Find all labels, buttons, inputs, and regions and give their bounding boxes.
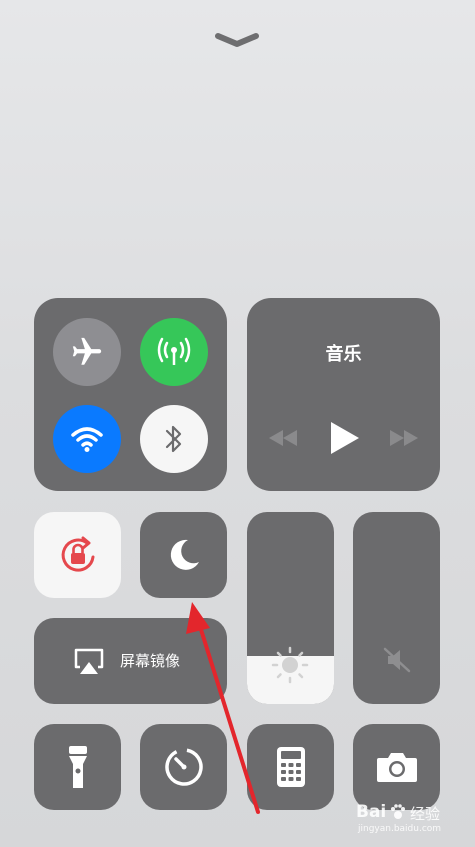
baidu-watermark: Bai 经验 jingyan.baidu.com: [356, 802, 466, 842]
volume-slider[interactable]: [353, 512, 440, 704]
paw-icon: [391, 804, 405, 819]
music-title: 音乐: [325, 344, 362, 365]
orientation-lock-button[interactable]: [34, 512, 121, 598]
watermark-url: jingyan.baidu.com: [358, 824, 442, 834]
moon-icon: [170, 539, 199, 570]
flashlight-button[interactable]: [34, 724, 121, 810]
watermark-brand: Bai: [356, 802, 387, 822]
sun-icon: [271, 646, 309, 684]
wifi-toggle[interactable]: [53, 405, 121, 473]
calculator-icon: [276, 747, 305, 787]
do-not-disturb-button[interactable]: [140, 512, 227, 598]
orientation-lock-icon: [61, 536, 94, 572]
watermark-suffix: 经验: [410, 805, 441, 823]
flashlight-icon: [68, 746, 87, 788]
music-panel[interactable]: [247, 298, 440, 491]
airplay-icon: [74, 648, 104, 674]
bluetooth-icon: [165, 425, 182, 453]
cellular-antenna-icon: [157, 337, 191, 365]
bluetooth-toggle[interactable]: [140, 405, 208, 473]
wifi-icon: [71, 427, 103, 452]
airplane-icon: [72, 337, 102, 365]
camera-icon: [376, 753, 417, 782]
screen-mirroring-label: 屏幕镜像: [120, 652, 181, 670]
camera-button[interactable]: [353, 724, 440, 810]
annotation-arrow: [186, 602, 260, 814]
play-button[interactable]: [326, 420, 362, 456]
fast-forward-button[interactable]: [387, 426, 421, 450]
cellular-data-toggle[interactable]: [140, 318, 208, 386]
speaker-muted-icon: [383, 647, 411, 673]
chevron-down-icon[interactable]: [214, 30, 260, 50]
rewind-button[interactable]: [266, 426, 300, 450]
airplane-mode-toggle[interactable]: [53, 318, 121, 386]
